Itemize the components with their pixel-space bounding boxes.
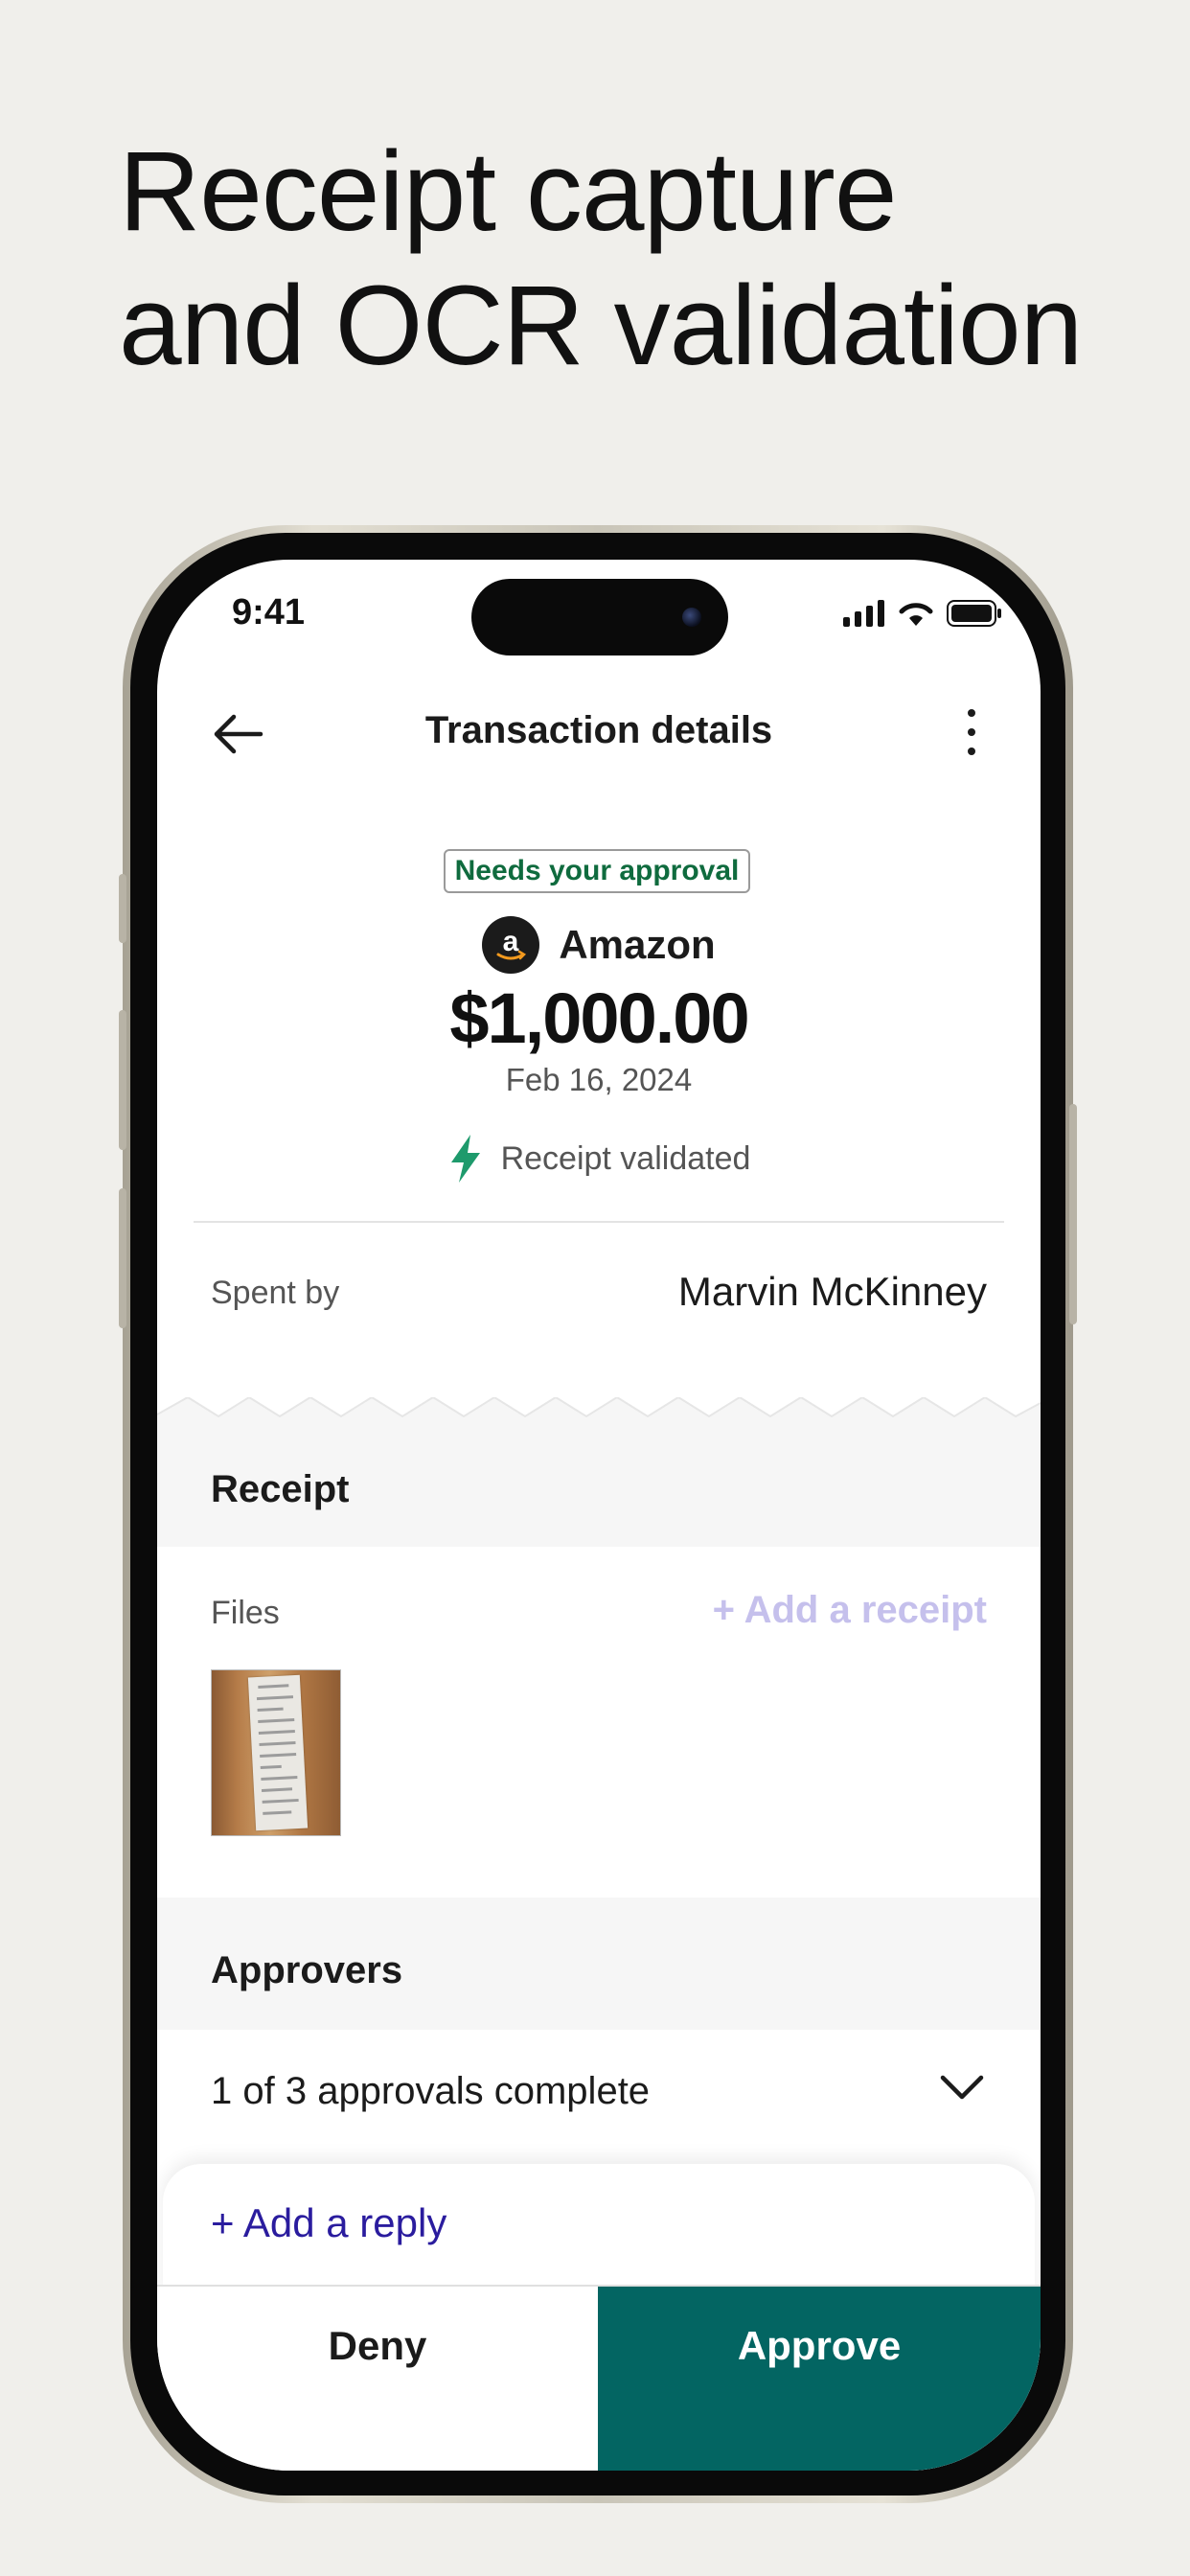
approvals-status-row[interactable]: 1 of 3 approvals complete <box>157 2032 1041 2147</box>
phone-screen: 9:41 Transaction details Needs your appr… <box>157 560 1041 2471</box>
status-time: 9:41 <box>232 592 306 632</box>
battery-icon <box>947 600 1001 627</box>
receipt-section-header: Receipt <box>157 1430 1041 1547</box>
camera-icon <box>682 608 701 627</box>
action-button <box>119 874 126 943</box>
reply-sheet: + Add a reply <box>163 2164 1035 2298</box>
receipt-section-title: Receipt <box>211 1468 350 1510</box>
navigation-bar: Transaction details <box>157 675 1041 790</box>
transaction-date: Feb 16, 2024 <box>505 1062 693 1097</box>
headline-line-1: Receipt capture <box>119 128 897 255</box>
volume-down-button <box>119 1188 126 1328</box>
receipt-thumbnail[interactable] <box>211 1669 341 1836</box>
receipt-validated-label: Receipt validated <box>500 1139 751 1177</box>
status-icons <box>843 594 1002 632</box>
spent-by-label: Spent by <box>211 1275 340 1311</box>
receipt-paper-image <box>247 1674 309 1831</box>
page-title: Transaction details <box>424 709 773 751</box>
merchant: a Amazon <box>157 916 1041 974</box>
divider <box>194 1221 1004 1223</box>
dynamic-island <box>471 579 728 656</box>
files-label: Files <box>211 1595 280 1631</box>
add-reply-button[interactable]: + Add a reply <box>211 2200 446 2246</box>
receipt-validated-status: Receipt validated <box>157 1135 1041 1183</box>
action-bar: Deny Approve <box>157 2285 1041 2471</box>
amazon-logo-icon: a <box>482 916 540 974</box>
approve-button[interactable]: Approve <box>598 2287 1041 2471</box>
add-receipt-button[interactable]: + Add a receipt <box>713 1589 987 1632</box>
lightning-bolt-icon <box>450 1135 480 1183</box>
transaction-amount: $1,000.00 <box>449 978 749 1058</box>
approvers-section-title: Approvers <box>211 1949 403 1991</box>
approvals-status-text: 1 of 3 approvals complete <box>211 2070 651 2112</box>
spent-by-value: Marvin McKinney <box>677 1269 987 1314</box>
svg-text:a: a <box>503 926 519 957</box>
approval-status-badge: Needs your approval <box>444 849 750 893</box>
approvers-section-header: Approvers <box>157 1898 1041 2030</box>
power-button <box>1069 1104 1077 1324</box>
volume-up-button <box>119 1010 126 1150</box>
merchant-name: Amazon <box>559 922 716 967</box>
wifi-icon <box>899 603 933 626</box>
more-vertical-icon[interactable] <box>960 702 983 765</box>
headline: Receipt capture and OCR validation <box>119 125 1083 393</box>
headline-line-2: and OCR validation <box>119 263 1083 389</box>
signal-icon <box>843 600 884 627</box>
chevron-down-icon[interactable] <box>939 2074 985 2103</box>
deny-button[interactable]: Deny <box>157 2287 598 2471</box>
